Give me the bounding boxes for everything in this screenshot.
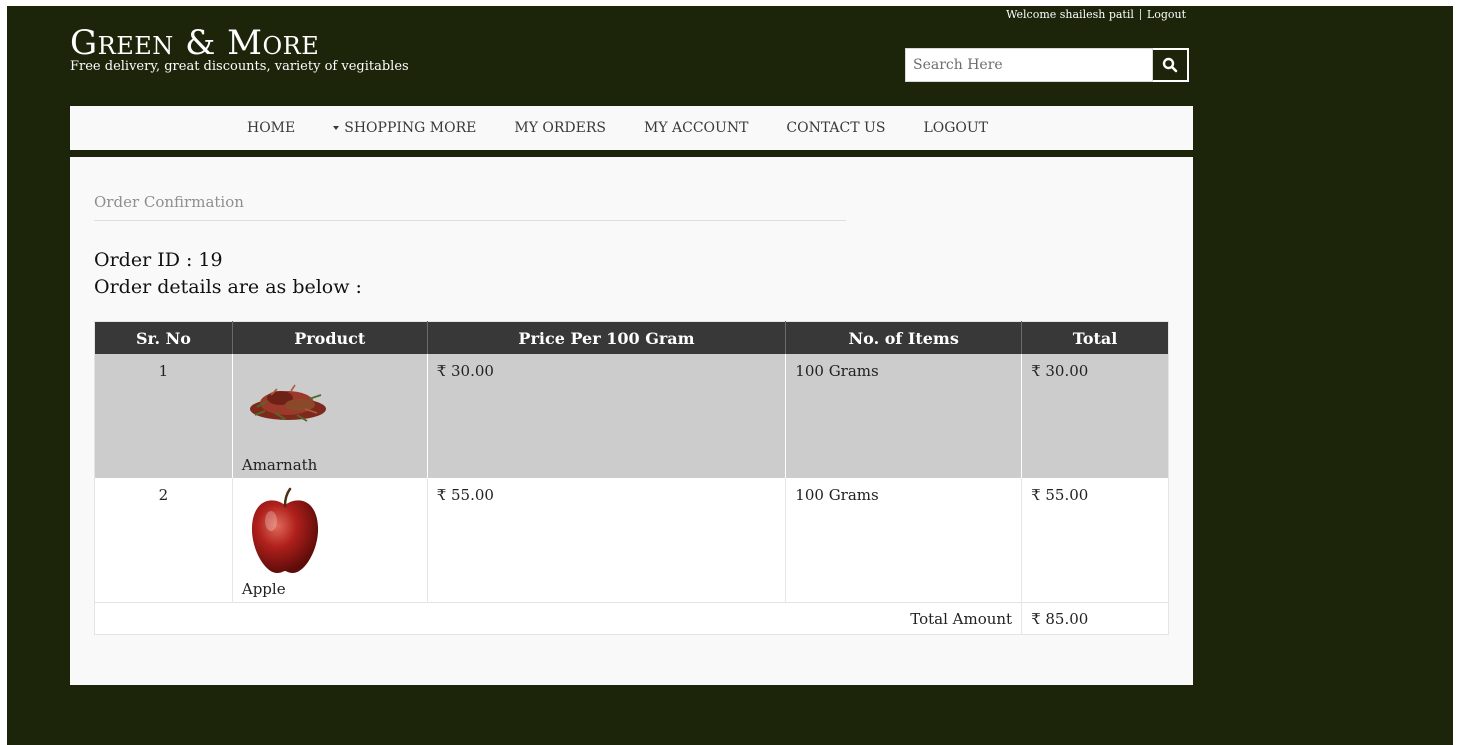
cell-sr-no: 1 bbox=[94, 354, 233, 478]
search-button[interactable] bbox=[1153, 48, 1189, 82]
cell-price: ₹ 30.00 bbox=[426, 354, 786, 478]
column-header-price: Price Per 100 Gram bbox=[426, 321, 786, 354]
nav-home-label: HOME bbox=[247, 120, 296, 136]
column-header-quantity: No. of Items bbox=[785, 321, 1022, 354]
content-panel: Order Confirmation Order ID : 19 Order d… bbox=[70, 157, 1193, 685]
divider bbox=[1139, 9, 1141, 20]
cell-product: Amarnath bbox=[231, 354, 428, 478]
cell-total: ₹ 30.00 bbox=[1021, 354, 1169, 478]
site-logo[interactable]: Green & More bbox=[70, 24, 409, 62]
nav-my-account-label: MY ACCOUNT bbox=[643, 120, 749, 136]
search-input[interactable] bbox=[905, 48, 1153, 82]
search-bar bbox=[905, 48, 1193, 82]
welcome-text: Welcome shailesh patil bbox=[1006, 8, 1134, 21]
cell-product: Apple bbox=[231, 478, 428, 603]
column-header-total: Total bbox=[1021, 321, 1169, 354]
nav-logout[interactable]: LOGOUT bbox=[923, 120, 988, 136]
logout-link[interactable]: Logout bbox=[1147, 8, 1186, 21]
user-bar: Welcome shailesh patil Logout bbox=[1006, 8, 1186, 21]
search-icon bbox=[1162, 57, 1178, 73]
nav-home[interactable]: HOME bbox=[247, 120, 295, 136]
nav-shopping-more-label: SHOPPING MORE bbox=[344, 120, 477, 136]
cell-quantity: 100 Grams bbox=[785, 354, 1022, 478]
caret-down-icon bbox=[333, 126, 340, 130]
main-nav: HOME SHOPPING MORE MY ORDERS MY ACCOUNT … bbox=[70, 106, 1193, 150]
column-header-sr-no: Sr. No bbox=[94, 321, 233, 354]
nav-my-orders[interactable]: MY ORDERS bbox=[514, 120, 606, 136]
order-table: Sr. No Product Price Per 100 Gram No. of… bbox=[94, 321, 1169, 635]
order-id: Order ID : 19 bbox=[94, 249, 223, 271]
cell-sr-no: 2 bbox=[94, 478, 233, 603]
cell-quantity: 100 Grams bbox=[785, 478, 1022, 603]
page-frame: Welcome shailesh patil Logout Green & Mo… bbox=[7, 6, 1453, 745]
total-amount-value: ₹ 85.00 bbox=[1021, 602, 1169, 635]
table-row: 1 Amarnath ₹ 30.00 100 Grams ₹ 30.00 bbox=[94, 354, 1169, 478]
table-header-row: Sr. No Product Price Per 100 Gram No. of… bbox=[94, 321, 1169, 354]
total-amount-label: Total Amount bbox=[94, 602, 1022, 635]
nav-contact-us-label: CONTACT US bbox=[786, 120, 886, 136]
order-note: Order details are as below : bbox=[94, 276, 362, 298]
amarnath-image[interactable] bbox=[247, 379, 329, 429]
column-header-product: Product bbox=[231, 321, 428, 354]
nav-my-account[interactable]: MY ACCOUNT bbox=[644, 120, 748, 136]
total-row: Total Amount ₹ 85.00 bbox=[94, 602, 1169, 635]
product-name: Amarnath bbox=[241, 456, 318, 474]
table-row: 2 Apple ₹ 55.00 100 Grams ₹ 55.00 bbox=[94, 478, 1169, 603]
cell-total: ₹ 55.00 bbox=[1021, 478, 1169, 603]
cell-price: ₹ 55.00 bbox=[426, 478, 786, 603]
apple-image[interactable] bbox=[247, 487, 323, 577]
nav-my-orders-label: MY ORDERS bbox=[514, 120, 606, 136]
nav-contact-us[interactable]: CONTACT US bbox=[786, 120, 885, 136]
section-title: Order Confirmation bbox=[94, 193, 846, 221]
site-tagline: Free delivery, great discounts, variety … bbox=[70, 59, 409, 74]
nav-shopping-more[interactable]: SHOPPING MORE bbox=[333, 120, 476, 136]
nav-logout-label: LOGOUT bbox=[923, 120, 989, 136]
product-name: Apple bbox=[241, 580, 286, 598]
brand: Green & More Free delivery, great discou… bbox=[70, 24, 409, 75]
